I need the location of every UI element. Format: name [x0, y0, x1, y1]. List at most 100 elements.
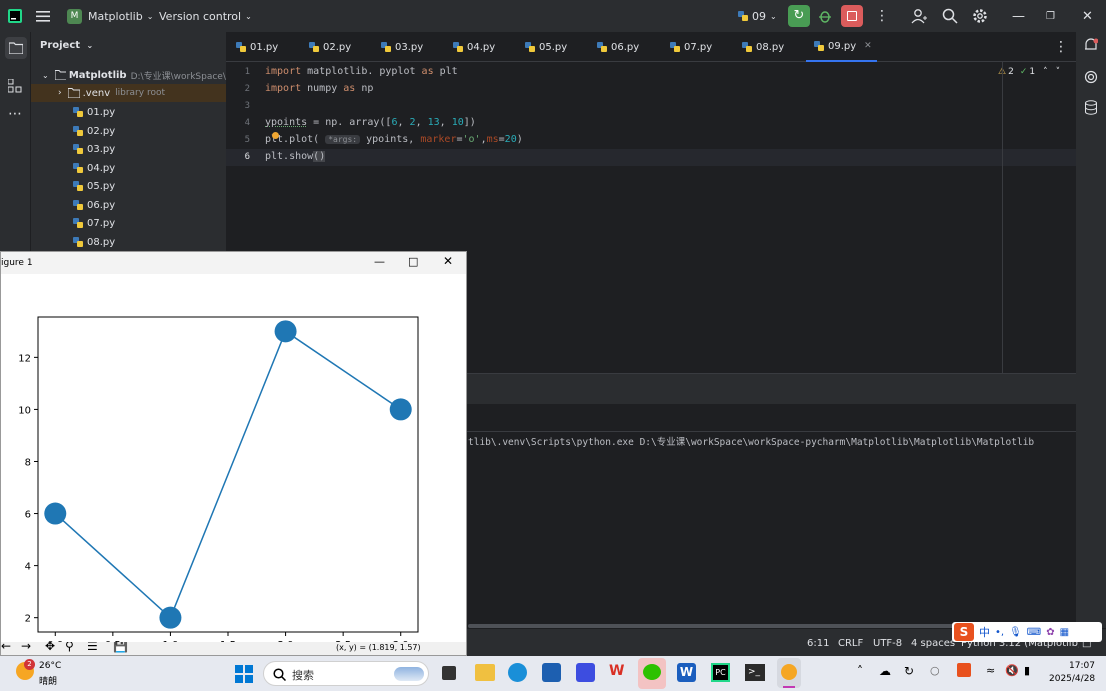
file-explorer-icon[interactable]: [475, 664, 495, 681]
toolbox-icon[interactable]: ▦: [1060, 627, 1069, 638]
tab-03[interactable]: 03.py: [381, 32, 423, 62]
sync-icon[interactable]: ↻: [904, 664, 914, 678]
file-encoding[interactable]: UTF-8: [873, 638, 902, 649]
tree-file[interactable]: 08.py: [31, 233, 226, 251]
back-arrow-icon[interactable]: ←: [1, 642, 11, 653]
tab-01[interactable]: 01.py: [236, 32, 278, 62]
terminal-icon[interactable]: >_: [745, 664, 765, 681]
clock-time[interactable]: 17:07: [1069, 661, 1095, 671]
main-menu-icon[interactable]: [36, 0, 52, 32]
microsoft-store-icon[interactable]: [542, 663, 561, 682]
python-file-icon: [73, 126, 83, 136]
run-config-selector[interactable]: 09 ⌄: [738, 0, 777, 32]
more-tools-icon[interactable]: ⋯: [8, 106, 22, 122]
minimize-button[interactable]: —: [1012, 0, 1025, 32]
project-switcher[interactable]: M Matplotlib ⌄: [67, 0, 153, 32]
tab-label: 01.py: [250, 41, 279, 53]
sogou-ime-icon[interactable]: S: [954, 623, 974, 641]
settings-gear-icon[interactable]: [972, 0, 988, 32]
structure-icon[interactable]: [7, 78, 22, 96]
tree-file[interactable]: 02.py: [31, 122, 226, 140]
ime-punct[interactable]: •,: [995, 627, 1004, 638]
tree-file[interactable]: 05.py: [31, 177, 226, 195]
ime-mode[interactable]: 中: [979, 624, 990, 640]
indent-setting[interactable]: 4 spaces: [911, 638, 955, 649]
ai-assistant-icon[interactable]: [1084, 70, 1098, 87]
skin-icon[interactable]: ✿: [1046, 627, 1054, 638]
project-tool-button[interactable]: [5, 37, 27, 59]
clock-date[interactable]: 2025/4/28: [1049, 674, 1095, 684]
lightbulb-icon[interactable]: [272, 132, 279, 139]
tab-options-icon[interactable]: ⋮: [1054, 32, 1068, 62]
microphone-icon[interactable]: 🎙: [1009, 627, 1022, 638]
tree-file[interactable]: 04.py: [31, 159, 226, 177]
tree-file[interactable]: 07.py: [31, 214, 226, 232]
folder-icon: [9, 42, 23, 54]
word-icon[interactable]: W: [677, 663, 696, 682]
task-view-icon[interactable]: [442, 666, 456, 680]
folder-icon: [67, 88, 80, 98]
windows-start-icon[interactable]: [235, 665, 253, 686]
tab-08[interactable]: 08.py: [742, 32, 784, 62]
taskbar-search[interactable]: 搜索: [263, 661, 429, 686]
wifi-icon[interactable]: ≈: [986, 664, 995, 677]
more-actions-icon[interactable]: ⋮: [875, 0, 889, 32]
rerun-button[interactable]: ↻: [788, 0, 810, 32]
chevron-up-icon[interactable]: ˄: [857, 664, 863, 678]
pycharm-taskbar-icon[interactable]: PC: [711, 663, 730, 682]
wps-office-icon[interactable]: W: [609, 663, 629, 682]
chevron-down-icon: ⌄: [86, 41, 94, 50]
tree-file[interactable]: 06.py: [31, 196, 226, 214]
tree-venv[interactable]: › .venv library root: [31, 84, 226, 102]
database-icon[interactable]: [1084, 100, 1098, 118]
figure-app-active[interactable]: [777, 658, 801, 688]
line-separator[interactable]: CRLF: [838, 638, 863, 649]
python-file-icon: [73, 218, 83, 228]
close-button[interactable]: ✕: [443, 254, 453, 268]
tree-root[interactable]: ⌄ Matplotlib D:\专业课\workSpace\w: [31, 66, 226, 84]
chevron-down-icon[interactable]: ˅: [1056, 67, 1061, 77]
caret-position[interactable]: 6:11: [807, 638, 829, 649]
tab-06[interactable]: 06.py: [597, 32, 639, 62]
maximize-button[interactable]: □: [408, 255, 418, 268]
tree-file[interactable]: 03.py: [31, 140, 226, 158]
tab-04[interactable]: 04.py: [453, 32, 495, 62]
project-panel-header[interactable]: Project ⌄: [40, 40, 93, 51]
debug-button[interactable]: [818, 0, 832, 32]
tab-05[interactable]: 05.py: [525, 32, 567, 62]
wechat-app-active[interactable]: [638, 658, 666, 689]
version-control-menu[interactable]: Version control ⌄: [159, 0, 252, 32]
tab-07[interactable]: 07.py: [670, 32, 712, 62]
minimize-button[interactable]: —: [374, 255, 385, 268]
python-file-icon: [381, 42, 391, 52]
zoom-icon[interactable]: ⚲: [65, 642, 74, 653]
add-user-icon[interactable]: [911, 0, 927, 32]
pan-icon[interactable]: ✥: [45, 642, 55, 653]
save-figure-icon[interactable]: 💾: [113, 642, 128, 653]
close-button[interactable]: ✕: [1082, 0, 1093, 32]
figure-title: igure 1: [1, 258, 33, 268]
tab-label: 08.py: [756, 41, 785, 53]
forward-arrow-icon[interactable]: →: [21, 642, 31, 653]
keyboard-icon[interactable]: ⌨: [1027, 627, 1041, 638]
notifications-icon[interactable]: [1084, 38, 1099, 56]
tab-02[interactable]: 02.py: [309, 32, 351, 62]
speaker-muted-icon[interactable]: 🔇: [1005, 664, 1019, 677]
search-icon[interactable]: [942, 0, 958, 32]
stop-button[interactable]: [841, 0, 863, 32]
matplotlib-taskbar-icon: [781, 664, 797, 680]
notes-app-icon[interactable]: [576, 663, 595, 682]
ime-status-icon[interactable]: ○: [930, 664, 940, 677]
line-chart[interactable]: 0.00.51.01.52.02.53.024681012: [1, 274, 466, 642]
inspection-widget[interactable]: ⚠ 2 ✓ 1 ˄ ˅: [998, 67, 1060, 77]
close-tab-icon[interactable]: ✕: [864, 41, 872, 51]
restore-button[interactable]: ❐: [1046, 0, 1055, 32]
battery-icon[interactable]: ▮: [1024, 664, 1030, 677]
onedrive-cloud-icon[interactable]: ☁: [879, 664, 891, 678]
configure-subplots-icon[interactable]: ☰: [87, 642, 98, 653]
tab-09-active[interactable]: 09.py ✕: [806, 32, 877, 62]
sogou-tray-icon[interactable]: [957, 663, 971, 677]
chevron-up-icon[interactable]: ˄: [1043, 67, 1048, 77]
edge-browser-icon[interactable]: [508, 663, 527, 682]
tree-file[interactable]: 01.py: [31, 103, 226, 121]
